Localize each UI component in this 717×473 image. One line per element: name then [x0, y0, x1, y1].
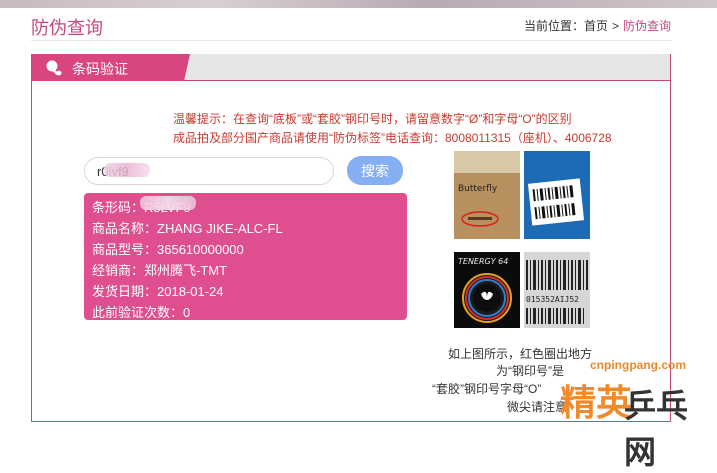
caption-line-2: 为“钢印号”是 — [496, 364, 564, 378]
panel-header: 条码验证 — [32, 54, 670, 81]
watermark-url: cnpingpang.com — [590, 358, 686, 372]
blade-stamp-photo: Butterfly — [454, 151, 520, 239]
tenergy-text: TENERGY 64 — [458, 257, 508, 266]
tenergy-image: TENERGY 64 — [454, 252, 520, 328]
breadcrumb: 当前位置：首页 > 防伪查询 — [524, 17, 671, 34]
rubber-box-image — [524, 151, 590, 239]
watermark-logo-part2: 乒乓网 — [624, 388, 689, 470]
result-product-model: 商品型号：365610000000 — [92, 242, 244, 257]
rubber-box-barcode-photo — [524, 151, 590, 239]
result-dealer: 经销商：郑州腾飞-TMT — [92, 263, 228, 278]
sheet-barcode-photo: 015352AIJ52 — [524, 252, 590, 328]
breadcrumb-current: 防伪查询 — [622, 19, 671, 33]
result-product-name: 商品名称：ZHANG JIKE-ALC-FL — [92, 221, 283, 236]
tab-label: 条码验证 — [72, 61, 128, 77]
result-card: 条形码：R5LVF9 商品名称：ZHANG JIKE-ALC-FL 商品型号：3… — [84, 193, 407, 320]
sheet-barcode-image: 015352AIJ52 — [524, 252, 590, 328]
tenergy-rubber-photo: TENERGY 64 — [454, 252, 520, 328]
breadcrumb-prefix: 当前位置： — [523, 19, 584, 33]
caption-line-3: “套胶”钢印号字母“O” — [432, 382, 542, 396]
notice-line-2: 成品拍及部分国产商品请使用“防伪标签”电话查询：8008011315（座机）、4… — [173, 131, 612, 145]
title-divider — [31, 40, 672, 41]
tab-barcode-verify[interactable]: 条码验证 — [32, 54, 190, 81]
redaction-smudge — [104, 163, 150, 177]
result-verify-count: 此前验证次数：0 — [92, 305, 191, 320]
caption-line-1: 如上图所示，红色圈出地方 — [448, 347, 593, 361]
caption-line-4: 微尖请注意 — [507, 400, 568, 414]
butterfly-logo-text: Butterfly — [458, 184, 498, 194]
page-title: 防伪查询 — [31, 18, 103, 38]
breadcrumb-home-link[interactable]: 首页 — [584, 19, 608, 33]
result-ship-date: 发货日期：2018-01-24 — [92, 284, 224, 299]
watermark-logo-part1: 精英 — [560, 382, 633, 423]
sheet-code-text: 015352AIJ52 — [526, 295, 579, 304]
ping-pong-icon — [46, 60, 62, 76]
search-button[interactable]: 搜索 — [347, 156, 403, 185]
top-banner-strip — [0, 0, 717, 8]
redaction-smudge — [140, 196, 196, 210]
notice-line-1: 温馨提示：在查询“底板”或“套胶”钢印号时，请留意数字“Ø”和字母“O”的区别 — [173, 112, 572, 126]
blade-stamp-image: Butterfly — [454, 151, 520, 239]
breadcrumb-separator: > — [611, 19, 619, 33]
